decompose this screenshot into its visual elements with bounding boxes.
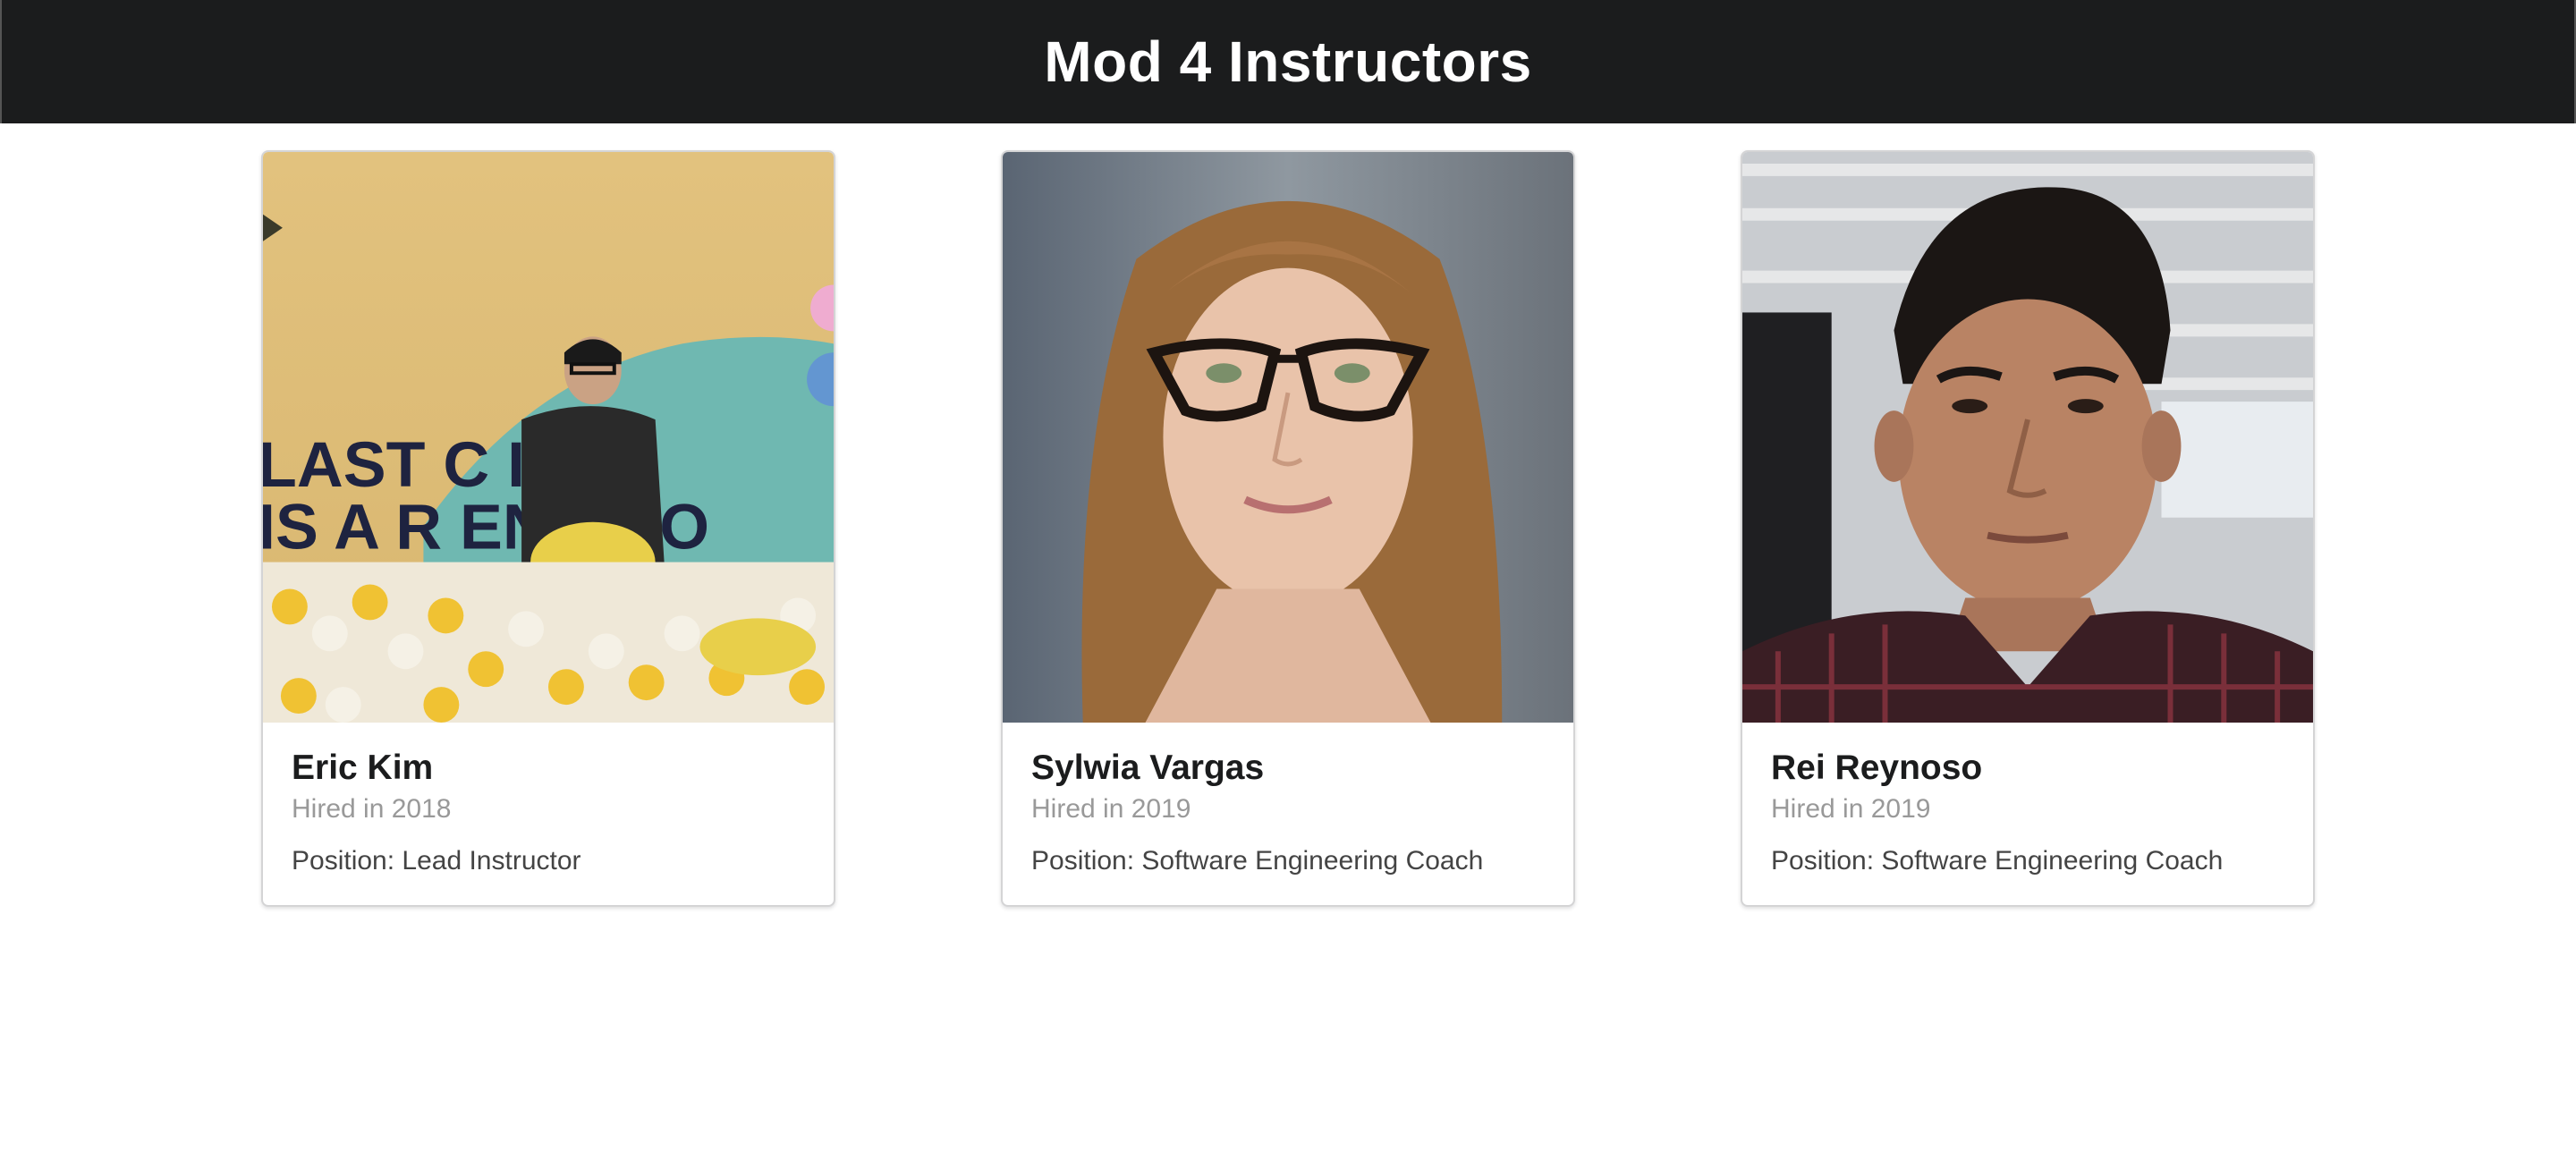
instructor-position: Position: Software Engineering Coach [1031,846,1484,876]
instructor-position: Position: Lead Instructor [292,846,581,876]
hired-date: Hired in 2019 [1771,794,1931,824]
instructor-name: Rei Reynoso [1771,749,1983,787]
hired-date: Hired in 2018 [292,794,452,824]
instructor-photo-eric-kim: LAST C IN IS A R EN EGO [263,152,834,723]
card-content: Rei Reynoso Hired in 2019 Position: Soft… [1742,723,2313,878]
instructor-name: Sylwia Vargas [1031,749,1265,787]
instructor-cards-grid: LAST C IN IS A R EN EGO Eric Kim Hired i… [261,150,2315,907]
instructor-name: Eric Kim [292,749,434,787]
top-header-bar: Mod 4 Instructors [0,0,2576,123]
hired-date: Hired in 2019 [1031,794,1191,824]
card-content: Sylwia Vargas Hired in 2019 Position: So… [1003,723,1573,878]
instructor-card-rei-reynoso[interactable]: Rei Reynoso Hired in 2019 Position: Soft… [1741,150,2315,907]
card-content: Eric Kim Hired in 2018 Position: Lead In… [263,723,834,878]
page-title: Mod 4 Instructors [1044,30,1532,94]
instructor-photo-rei-reynoso [1742,152,2313,723]
instructor-position: Position: Software Engineering Coach [1771,846,2224,876]
instructor-card-sylwia-vargas[interactable]: Sylwia Vargas Hired in 2019 Position: So… [1001,150,1575,907]
instructor-card-eric-kim[interactable]: LAST C IN IS A R EN EGO Eric Kim Hired i… [261,150,835,907]
instructor-photo-sylwia-vargas [1003,152,1573,723]
